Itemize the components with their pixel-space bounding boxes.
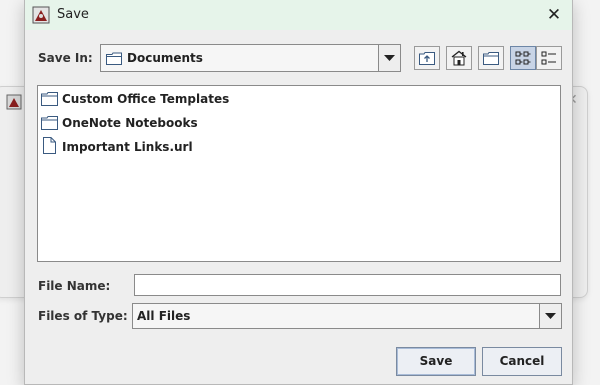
save-in-dropdown-arrow[interactable] xyxy=(378,45,400,71)
file-name-label: File Name: xyxy=(38,279,111,293)
chevron-down-icon xyxy=(545,313,556,319)
folder-icon xyxy=(106,52,122,65)
files-of-type-combo[interactable]: All Files xyxy=(132,303,562,329)
details-view-button[interactable] xyxy=(536,46,562,70)
java-app-icon xyxy=(6,94,22,110)
cancel-button[interactable]: Cancel xyxy=(482,347,562,376)
folder-icon xyxy=(41,116,58,130)
folder-icon xyxy=(41,92,58,106)
close-icon: ✕ xyxy=(546,5,562,25)
file-list[interactable]: Custom Office Templates OneNote Notebook… xyxy=(37,85,561,262)
save-dialog: Save ✕ Save In: Documents Custom Office … xyxy=(24,0,573,385)
save-in-value: Documents xyxy=(127,51,203,65)
new-folder-button[interactable] xyxy=(478,46,504,70)
close-button[interactable]: ✕ xyxy=(543,4,565,26)
new-folder-icon xyxy=(483,52,499,65)
up-one-level-button[interactable] xyxy=(414,46,440,70)
files-of-type-label: Files of Type: xyxy=(38,309,128,323)
home-button[interactable] xyxy=(446,46,472,70)
dialog-title: Save xyxy=(57,7,89,22)
file-name-label: Important Links.url xyxy=(62,140,193,154)
java-app-icon xyxy=(32,6,50,24)
list-view-icon xyxy=(515,51,531,65)
file-name-label: Custom Office Templates xyxy=(62,92,230,106)
up-folder-icon xyxy=(419,52,435,65)
file-icon xyxy=(43,137,56,154)
file-name-input[interactable] xyxy=(134,274,561,296)
chevron-down-icon xyxy=(384,55,395,61)
files-of-type-dropdown-arrow[interactable] xyxy=(539,304,561,328)
details-view-icon xyxy=(541,51,556,65)
save-button[interactable]: Save xyxy=(396,347,476,376)
home-icon xyxy=(451,50,467,66)
save-in-combo[interactable]: Documents xyxy=(100,44,401,72)
save-in-label: Save In: xyxy=(38,51,93,65)
files-of-type-value: All Files xyxy=(137,309,191,323)
file-name-label: OneNote Notebooks xyxy=(62,116,198,130)
list-view-button[interactable] xyxy=(510,46,536,70)
title-bar: Save ✕ xyxy=(25,0,572,30)
